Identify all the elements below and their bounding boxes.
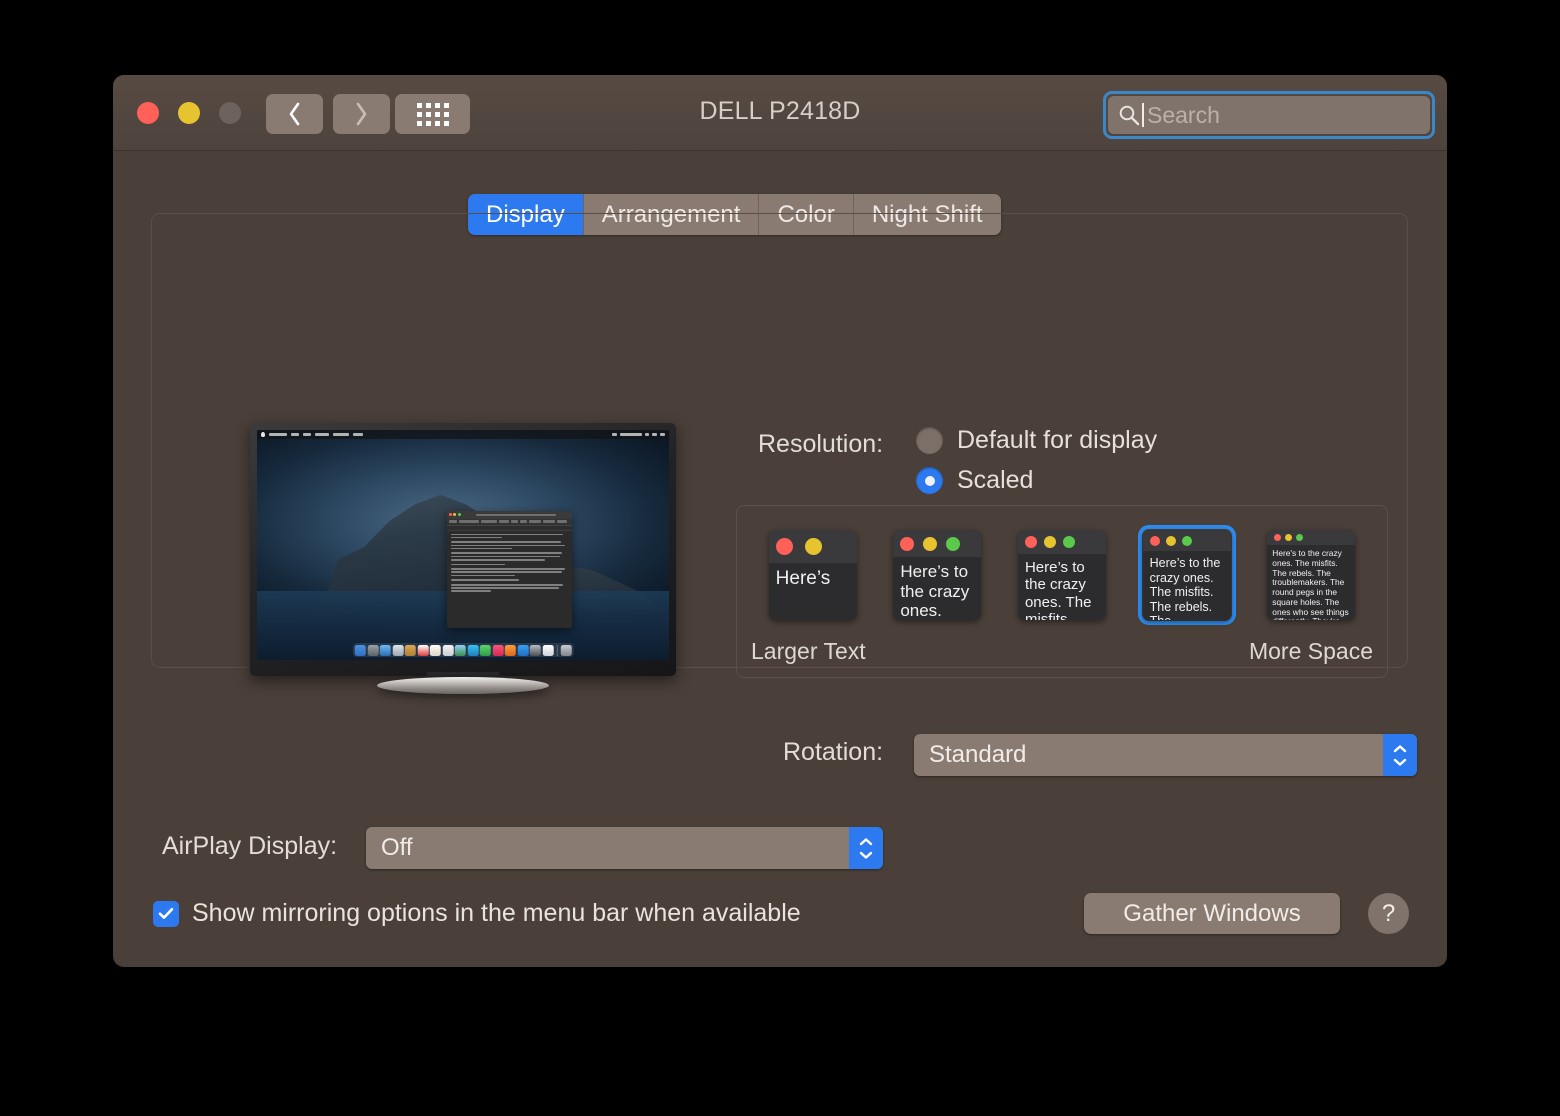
radio-scaled-label: Scaled [957,466,1034,494]
resolution-option-scaled[interactable]: Scaled [916,466,1033,495]
thumbnail-titlebar [1142,530,1231,551]
radio-scaled[interactable] [916,467,943,494]
resolution-option-3[interactable]: Here’s to the crazy ones. The misfits. T… [1013,525,1111,625]
gather-windows-button[interactable]: Gather Windows [1084,893,1340,934]
resolution-option-2[interactable]: Here’s to the crazy ones. The misfits. [888,525,986,625]
monitor-bezel [250,423,676,676]
preview-menu-bar [257,430,669,439]
thumbnail-titlebar [893,530,982,557]
thumbnail-titlebar [1267,530,1356,545]
resolution-option-5[interactable]: Here's to the crazy ones. The misfits. T… [1262,525,1360,625]
display-preview [250,423,676,694]
thumbnail-text: Here’s to the crazy ones. The misfits. [900,562,970,620]
thumbnail-text: Here’s [775,568,831,589]
show-mirroring-label: Show mirroring options in the menu bar w… [192,899,801,927]
monitor-stand-base [377,677,549,694]
text-cursor [1142,103,1144,127]
search-input[interactable]: Search [1108,96,1430,134]
thumbnail-text: Here’s to the crazy ones. The misfits. T… [1149,556,1221,620]
preview-window-toolbar [446,518,573,526]
slider-track[interactable] [881,650,1233,653]
menu-items [269,433,363,436]
preview-window-titlebar [446,510,573,519]
thumbnail-titlebar [768,530,857,563]
preview-textedit-window [446,510,573,628]
airplay-display-label: AirPlay Display: [162,832,338,860]
preview-document-text [447,531,573,596]
rotation-dropdown[interactable]: Standard [914,734,1417,776]
thumbnail-titlebar [1017,530,1106,554]
resolution-thumbnail: Here’s [768,530,857,620]
show-mirroring-checkbox[interactable] [153,900,179,927]
rotation-stepper-icon[interactable] [1383,734,1417,776]
airplay-display-dropdown[interactable]: Off [366,827,883,869]
airplay-stepper-icon[interactable] [849,827,883,869]
thumbnail-text: Here’s to the crazy ones. The misfits. T… [1024,559,1092,620]
resolution-thumbnail: Here’s to the crazy ones. The misfits. T… [1142,530,1231,620]
display-settings-panel: Resolution: Default for display Scaled H… [151,213,1417,776]
text-space-slider[interactable]: Larger Text More Space [751,638,1373,665]
rotation-value: Standard [929,741,1027,768]
slider-label-more-space: More Space [1248,638,1373,664]
search-placeholder: Search [1147,101,1220,128]
resolution-option-4-selected[interactable]: Here’s to the crazy ones. The misfits. T… [1137,525,1236,625]
search-field-focus-ring: Search [1103,91,1435,139]
help-button[interactable]: ? [1368,893,1409,934]
resolution-thumbnail-list: Here’s Here’s to the crazy ones. The mis… [737,525,1387,625]
resolution-label: Resolution: [758,430,884,458]
thumbnail-text: Here's to the crazy ones. The misfits. T… [1272,548,1349,620]
monitor-screen [257,430,669,660]
search-icon [1119,105,1140,126]
airplay-display-value: Off [381,834,413,861]
menu-status-items [612,433,665,436]
rotation-label: Rotation: [783,738,884,766]
preview-dock [352,643,574,657]
radio-default-label: Default for display [957,426,1158,454]
show-mirroring-options-row[interactable]: Show mirroring options in the menu bar w… [153,899,801,928]
window-titlebar: DELL P2418D Search [113,75,1447,151]
resolution-thumbnail: Here's to the crazy ones. The misfits. T… [1267,530,1356,620]
scaled-resolution-chooser: Here’s Here’s to the crazy ones. The mis… [736,505,1388,678]
radio-default-for-display[interactable] [916,427,943,454]
apple-menu-icon [261,432,265,437]
resolution-option-1[interactable]: Here’s [764,525,862,625]
resolution-thumbnail: Here’s to the crazy ones. The misfits. T… [1017,530,1106,620]
resolution-option-default[interactable]: Default for display [916,426,1157,455]
checkmark-icon [158,907,174,919]
resolution-thumbnail: Here’s to the crazy ones. The misfits. [893,530,982,620]
slider-label-larger-text: Larger Text [751,638,866,664]
system-preferences-window: DELL P2418D Search Display Arrangement C… [113,75,1447,967]
